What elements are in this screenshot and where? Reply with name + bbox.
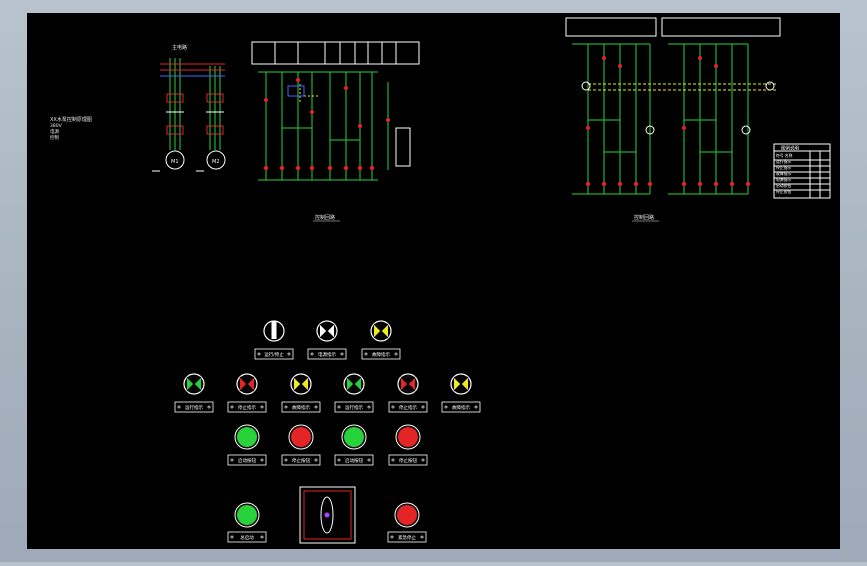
label-plate-text: 停止按钮: [399, 457, 417, 464]
control-circuit-caption: 控制回路: [315, 214, 335, 221]
legend-table-row: 停止指示: [776, 165, 791, 170]
label-plate-text: 启动按钮: [238, 457, 256, 464]
emergency-stop-button[interactable]: [394, 502, 420, 528]
legend-table-row: 运行指示: [776, 159, 791, 164]
indicator-lamp[interactable]: [397, 373, 419, 395]
indicator-lamp[interactable]: [236, 373, 258, 395]
label-plate-text: 紧急停止: [398, 534, 416, 541]
main-circuit-title: 主电路: [172, 44, 187, 51]
legend-table-row: 故障指示: [776, 171, 791, 176]
legend-table-row: 电源指示: [776, 177, 791, 182]
label-plate-text: 运行指示: [345, 404, 363, 411]
indicator-lamp[interactable]: [183, 373, 205, 395]
label-plate-text: 运行指示: [185, 404, 203, 411]
label-plate-text: 电源指示: [318, 351, 336, 358]
indicator-lamp[interactable]: [316, 320, 338, 342]
main-note-line: 电源: [50, 128, 59, 135]
legend-table-row: 启动按钮: [776, 183, 791, 188]
indicator-lamp[interactable]: [450, 373, 472, 395]
legend-table-title: 图例说明: [781, 145, 799, 152]
legend-table-rows: 符号 名称运行指示停止指示故障指示电源指示启动按钮停止按钮: [776, 153, 793, 194]
emergency-selector-box[interactable]: [299, 486, 356, 544]
motor-m2-label: M2: [212, 159, 220, 165]
label-plate-text: 故障指示: [452, 404, 470, 411]
label-plate-text: 运行/停止: [264, 351, 284, 358]
main-note-line: 控制: [50, 134, 59, 141]
label-plate-text: 故障指示: [292, 404, 310, 411]
start-button[interactable]: [341, 424, 367, 450]
indicator-lamp[interactable]: [343, 373, 365, 395]
label-plate-text: 总启动: [240, 534, 254, 541]
master-start-button[interactable]: [234, 502, 260, 528]
start-button[interactable]: [234, 424, 260, 450]
drawing-sheet[interactable]: 主电路 M1 M2 XX水泵控制原理图380V电源控制 控制回路 控制回路 图例…: [0, 0, 867, 562]
selector-switch[interactable]: [263, 320, 285, 342]
label-plate-text: 停止按钮: [292, 457, 310, 464]
label-plate-text: 停止指示: [238, 404, 256, 411]
legend-table-row: 符号 名称: [776, 153, 793, 158]
legend-table-row: 停止按钮: [776, 189, 791, 194]
label-plate-text: 故障指示: [372, 351, 390, 358]
main-note-line: XX水泵控制原理图: [50, 116, 92, 123]
main-note-line: 380V: [50, 123, 63, 129]
stop-button[interactable]: [395, 424, 421, 450]
indicator-lamp[interactable]: [290, 373, 312, 395]
secondary-circuit-caption: 控制回路: [634, 214, 654, 221]
cad-viewport: 主电路 M1 M2 XX水泵控制原理图 380V 电源 控制 控制回路 控制回路…: [0, 0, 867, 562]
drawing-area: [27, 13, 840, 549]
motor-m1-label: M1: [171, 159, 179, 165]
selector-knob-icon: [324, 512, 330, 518]
indicator-lamp[interactable]: [370, 320, 392, 342]
label-plate-text: 启动按钮: [345, 457, 363, 464]
stop-button[interactable]: [288, 424, 314, 450]
label-plate-text: 停止指示: [399, 404, 417, 411]
